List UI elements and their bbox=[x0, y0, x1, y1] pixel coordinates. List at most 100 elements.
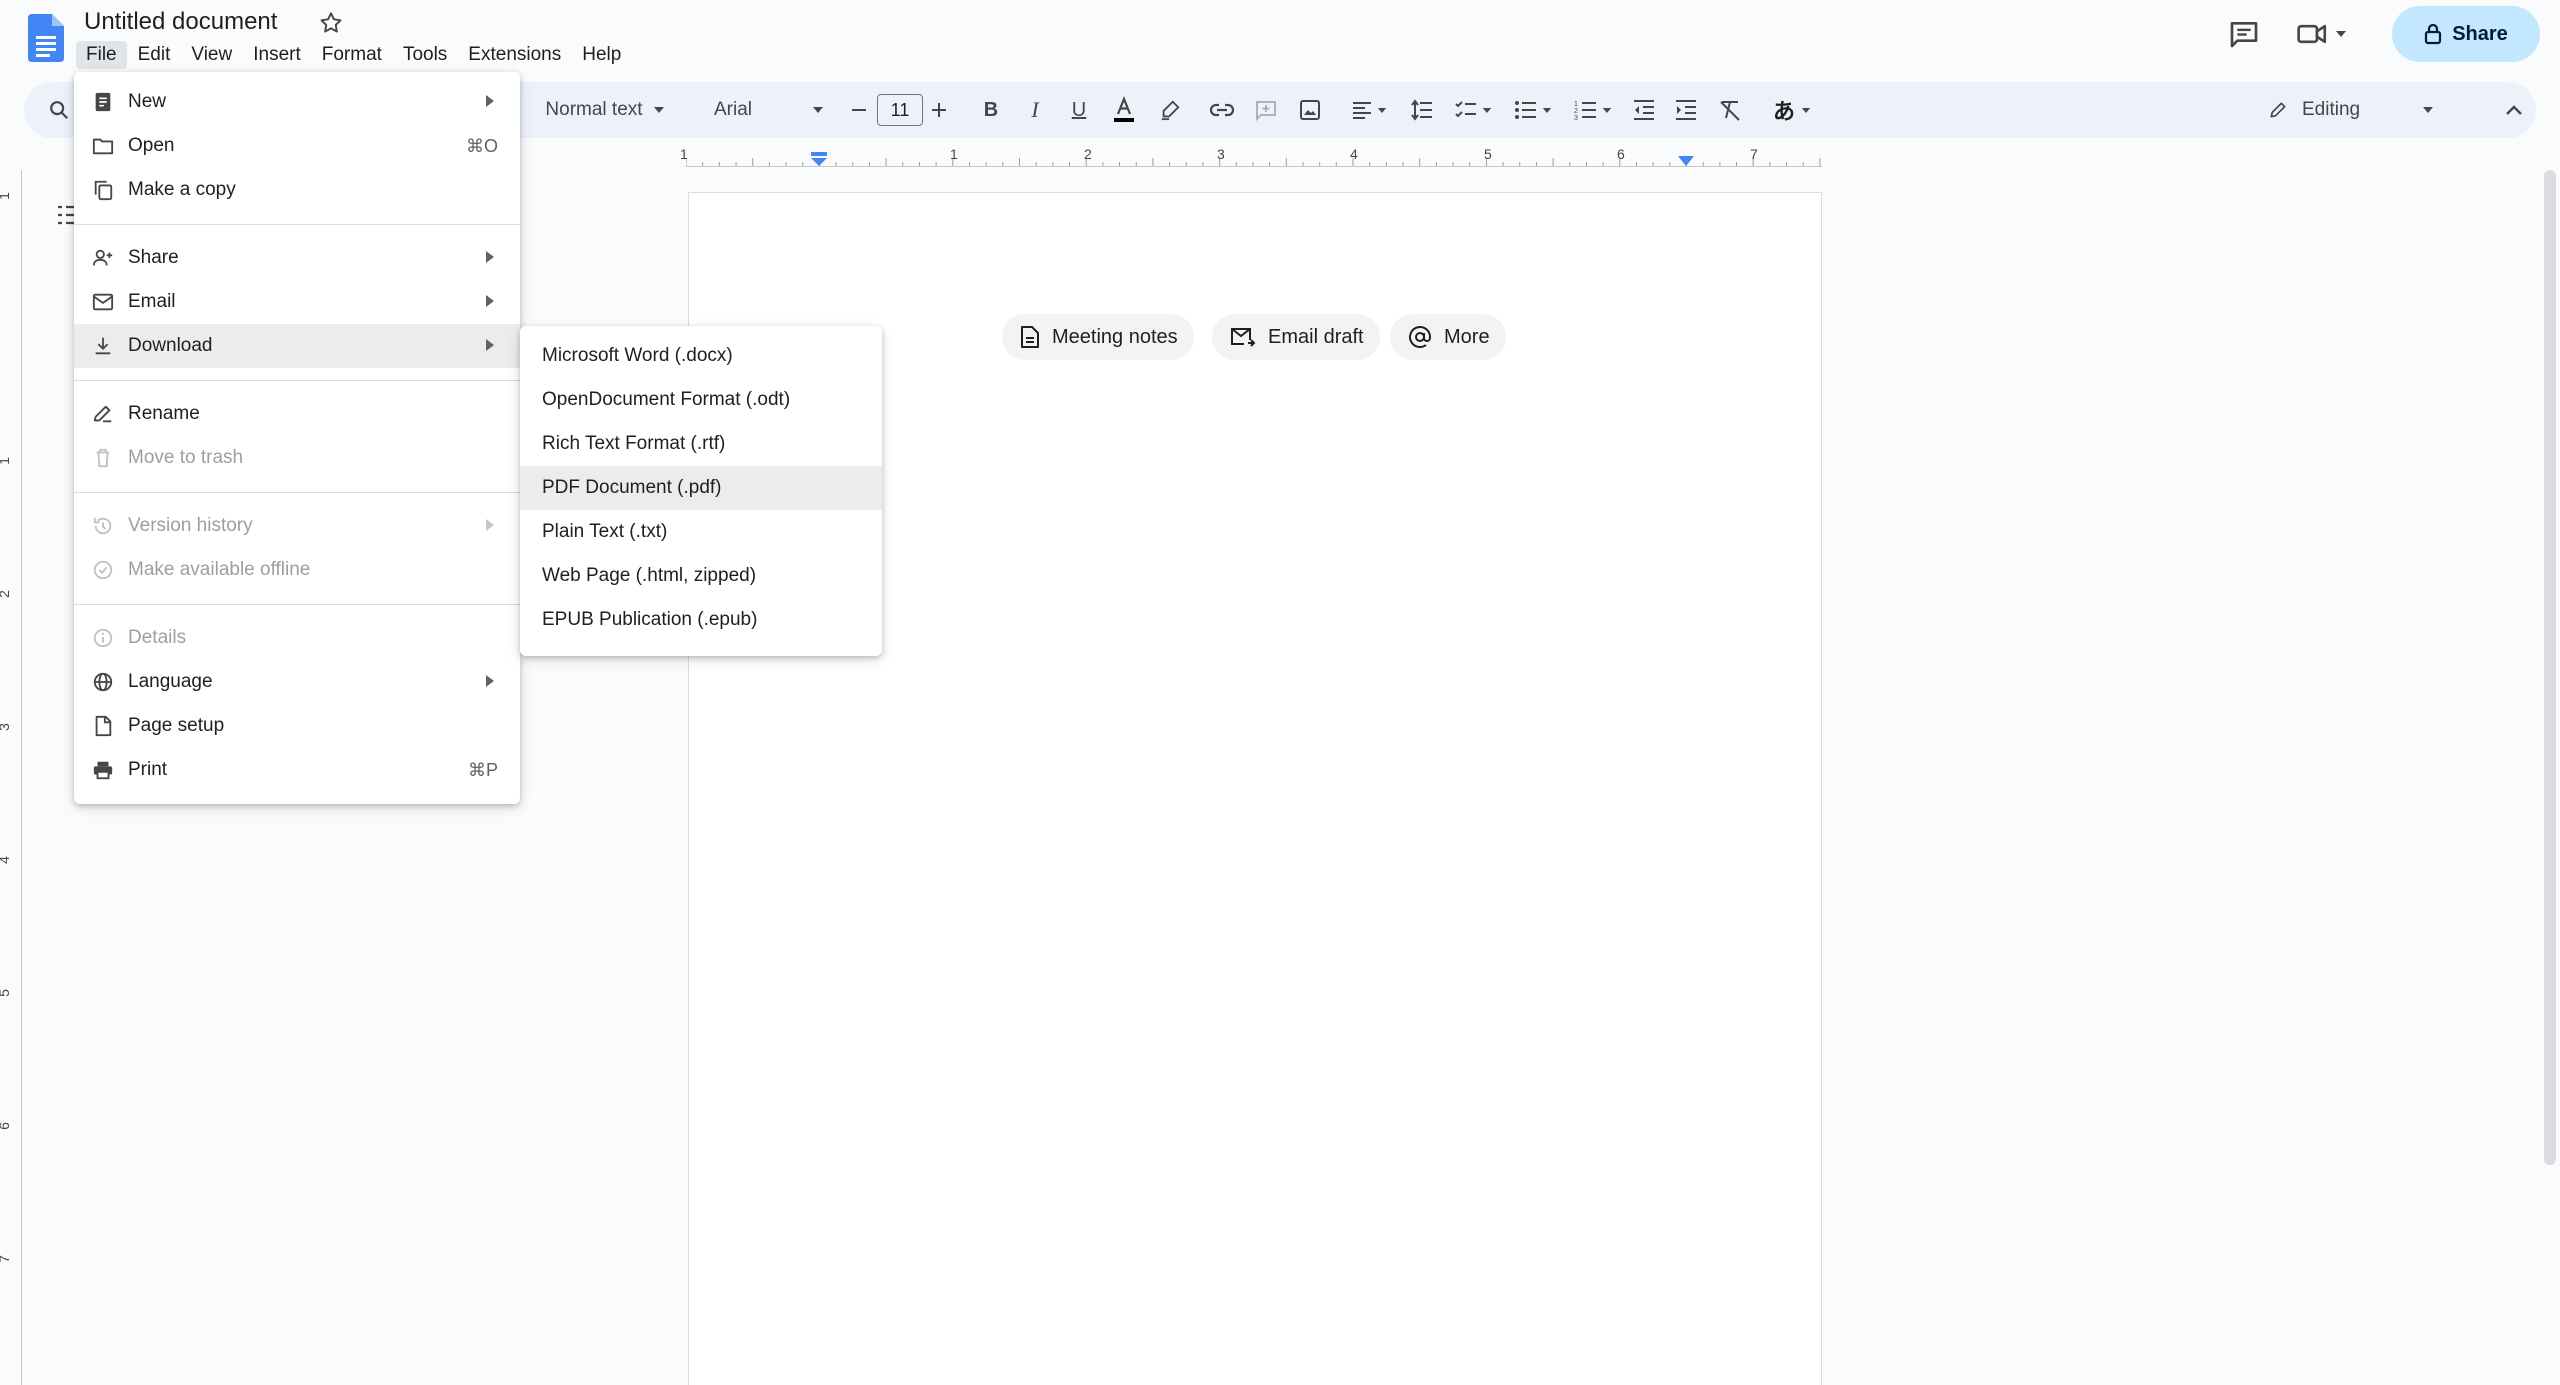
menu-item-label: Rename bbox=[128, 403, 200, 424]
file-menu-move-to-trash[interactable]: Move to trash bbox=[74, 436, 520, 480]
editing-mode-value: Editing bbox=[2302, 99, 2361, 120]
document-icon bbox=[1021, 326, 1039, 348]
file-menu-details[interactable]: Details bbox=[74, 616, 520, 660]
menu-help[interactable]: Help bbox=[572, 41, 631, 69]
insert-image-icon[interactable] bbox=[1290, 82, 1330, 138]
menu-edit[interactable]: Edit bbox=[128, 41, 181, 69]
file-menu-make-copy[interactable]: Make a copy bbox=[74, 168, 520, 212]
submenu-arrow-icon bbox=[486, 339, 494, 351]
file-menu-language[interactable]: Language bbox=[74, 660, 520, 704]
editing-mode-dropdown[interactable]: Editing bbox=[2268, 82, 2488, 138]
menu-item-label: New bbox=[128, 91, 167, 112]
search-menus-icon[interactable] bbox=[44, 82, 74, 138]
ruler-number: 5 bbox=[1484, 146, 1492, 162]
right-indent-marker-icon[interactable] bbox=[1678, 156, 1694, 166]
comments-icon[interactable] bbox=[2228, 18, 2260, 50]
pencil-icon bbox=[2270, 102, 2286, 118]
download-pdf[interactable]: PDF Document (.pdf) bbox=[520, 466, 882, 510]
font-dropdown[interactable]: Arial bbox=[704, 82, 834, 138]
download-epub[interactable]: EPUB Publication (.epub) bbox=[520, 598, 882, 642]
file-menu-share[interactable]: Share bbox=[74, 236, 520, 280]
history-icon bbox=[93, 517, 112, 535]
rename-icon bbox=[93, 405, 112, 423]
style-value: Normal text bbox=[545, 99, 643, 120]
chip-label: Email draft bbox=[1268, 325, 1364, 348]
download-html-zipped[interactable]: Web Page (.html, zipped) bbox=[520, 554, 882, 598]
star-icon[interactable] bbox=[318, 10, 344, 36]
menu-insert[interactable]: Insert bbox=[243, 41, 311, 69]
vertical-ruler-number: 7 bbox=[0, 1255, 12, 1263]
increase-indent-icon[interactable] bbox=[1666, 82, 1706, 138]
style-dropdown[interactable]: Normal text bbox=[520, 82, 690, 138]
add-comment-icon[interactable] bbox=[1246, 82, 1286, 138]
vertical-ruler-number: 6 bbox=[0, 1122, 12, 1130]
align-dropdown[interactable] bbox=[1344, 82, 1394, 138]
menu-tools[interactable]: Tools bbox=[393, 41, 457, 69]
vertical-ruler-number: 1 bbox=[0, 457, 12, 465]
chevron-down-icon bbox=[653, 107, 664, 113]
ruler-number: 7 bbox=[1750, 146, 1758, 162]
highlight-color-icon[interactable] bbox=[1152, 82, 1188, 138]
input-tools-dropdown[interactable]: あ bbox=[1766, 82, 1818, 138]
menu-item-label: Open bbox=[128, 135, 175, 156]
meeting-notes-chip[interactable]: Meeting notes bbox=[1002, 314, 1194, 360]
decrease-font-size-icon[interactable] bbox=[844, 82, 874, 138]
menu-extensions[interactable]: Extensions bbox=[458, 41, 571, 69]
ruler-number: 1 bbox=[950, 146, 958, 162]
meet-button[interactable] bbox=[2296, 18, 2348, 50]
download-rtf[interactable]: Rich Text Format (.rtf) bbox=[520, 422, 882, 466]
file-menu-rename[interactable]: Rename bbox=[74, 392, 520, 436]
chip-label: More bbox=[1444, 325, 1490, 348]
menu-format[interactable]: Format bbox=[312, 41, 392, 69]
share-button[interactable]: Share bbox=[2392, 6, 2540, 62]
download-txt[interactable]: Plain Text (.txt) bbox=[520, 510, 882, 554]
file-menu-download[interactable]: Download bbox=[74, 324, 520, 368]
italic-icon[interactable]: I bbox=[1018, 82, 1052, 138]
vertical-scrollbar[interactable] bbox=[2544, 170, 2556, 1165]
font-value: Arial bbox=[714, 99, 753, 120]
download-icon bbox=[95, 337, 111, 355]
file-menu-email[interactable]: Email bbox=[74, 280, 520, 324]
clear-formatting-icon[interactable] bbox=[1710, 82, 1750, 138]
chevron-down-icon bbox=[1801, 107, 1811, 113]
menu-view[interactable]: View bbox=[181, 41, 242, 69]
insert-link-icon[interactable] bbox=[1202, 82, 1242, 138]
bold-icon[interactable]: B bbox=[974, 82, 1008, 138]
more-chip[interactable]: More bbox=[1390, 314, 1506, 360]
underline-icon[interactable]: U bbox=[1062, 82, 1096, 138]
decrease-indent-icon[interactable] bbox=[1624, 82, 1664, 138]
chevron-down-icon bbox=[1542, 107, 1552, 113]
horizontal-ruler[interactable]: 1 1 2 3 4 5 6 7 bbox=[680, 144, 1822, 174]
svg-text:3: 3 bbox=[1574, 115, 1578, 121]
bulleted-list-dropdown[interactable] bbox=[1508, 82, 1558, 138]
chevron-down-icon bbox=[2336, 31, 2346, 37]
increase-font-size-icon[interactable] bbox=[924, 82, 954, 138]
lock-icon bbox=[2425, 23, 2442, 45]
docs-logo-icon[interactable] bbox=[28, 14, 64, 62]
input-tools-icon: あ bbox=[1772, 99, 1795, 124]
email-draft-chip[interactable]: Email draft bbox=[1212, 314, 1380, 360]
menu-item-label: Make available offline bbox=[128, 559, 311, 580]
ruler-number: 1 bbox=[680, 146, 688, 162]
document-title[interactable]: Untitled document bbox=[84, 6, 277, 38]
download-docx[interactable]: Microsoft Word (.docx) bbox=[520, 334, 882, 378]
hide-menus-icon[interactable] bbox=[2494, 82, 2534, 138]
document-filled-icon bbox=[95, 92, 111, 112]
numbered-list-dropdown[interactable]: 123 bbox=[1568, 82, 1618, 138]
file-menu-open[interactable]: Open ⌘O bbox=[74, 124, 520, 168]
download-odt[interactable]: OpenDocument Format (.odt) bbox=[520, 378, 882, 422]
file-menu-new[interactable]: New bbox=[74, 80, 520, 124]
file-menu-make-available-offline[interactable]: Make available offline bbox=[74, 548, 520, 592]
checklist-dropdown[interactable] bbox=[1448, 82, 1498, 138]
line-spacing-icon[interactable] bbox=[1402, 82, 1442, 138]
file-menu-page-setup[interactable]: Page setup bbox=[74, 704, 520, 748]
ruler-number: 2 bbox=[1084, 146, 1092, 162]
left-indent-marker-icon[interactable] bbox=[810, 152, 828, 166]
file-menu-version-history[interactable]: Version history bbox=[74, 504, 520, 548]
text-color-icon[interactable] bbox=[1104, 82, 1144, 138]
menu-file[interactable]: File bbox=[76, 41, 127, 69]
vertical-ruler[interactable]: 1 1 2 3 4 5 6 7 bbox=[0, 170, 24, 1385]
page-setup-icon bbox=[95, 715, 112, 737]
file-menu-print[interactable]: Print ⌘P bbox=[74, 748, 520, 792]
font-size-field[interactable]: 11 bbox=[872, 82, 928, 138]
